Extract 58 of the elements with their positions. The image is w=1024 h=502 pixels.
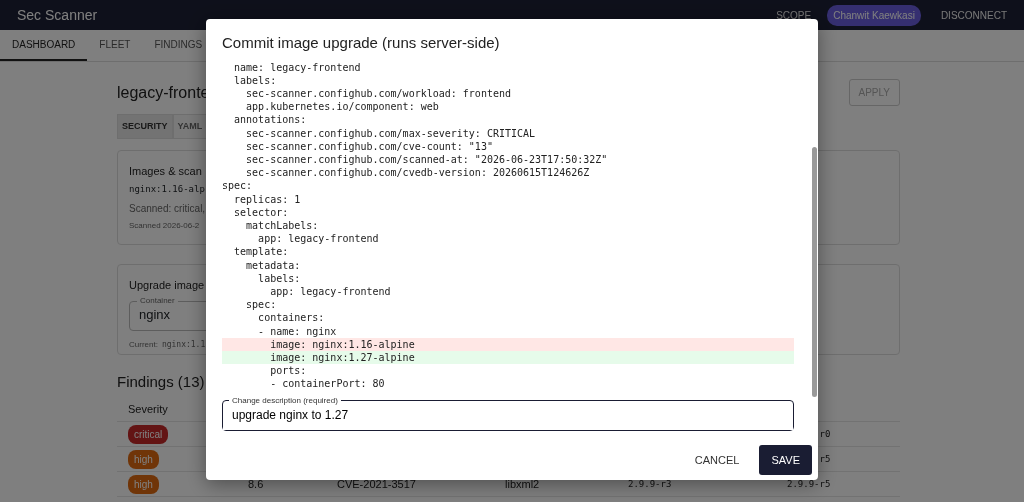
code-line: labels: — [233, 73, 278, 87]
view-tab[interactable]: SECURITY — [117, 114, 173, 139]
nav-tab[interactable]: FLEET — [87, 30, 143, 61]
code-line: sec-scanner.confighub.com/max-severity: CRITICAL — [245, 126, 537, 140]
disconnect-link[interactable]: DISCONNECT — [940, 7, 1007, 23]
card-title: Images & scan — [129, 163, 202, 179]
current-label: Current: — [129, 338, 158, 351]
findings-heading: Findings (13) — [117, 371, 205, 392]
scrollbar-thumb[interactable] — [812, 146, 817, 397]
scan-summary: Scanned: critical, — [129, 201, 206, 216]
user-chip[interactable]: Chanwit Kaewkasi — [827, 4, 921, 26]
table-cell-text: r0 — [818, 427, 831, 441]
card-title: Upgrade image — [129, 277, 205, 293]
code-line: spec: — [222, 179, 254, 193]
field-label: Change description (required) — [231, 396, 339, 405]
column-header: Severity — [128, 402, 168, 418]
code-line: app: legacy-frontend — [269, 284, 392, 299]
code-line: sec-scanner.confighub.com/cvedb-version: 20260615T124626Z — [245, 166, 591, 180]
table-cell-text: libxml2 — [505, 477, 540, 493]
code-line: containers: — [257, 311, 326, 325]
severity-tag: critical — [128, 424, 169, 444]
code-line: labels: — [257, 271, 302, 285]
nav-tab[interactable]: FINDINGS — [142, 30, 215, 61]
code-line: annotations: — [233, 113, 308, 127]
code-line: sec-scanner.confighub.com/cve-count: "13" — [245, 139, 494, 153]
table-cell-text: 2.9.9-r3 — [628, 477, 672, 491]
table-cell-text: CVE-2021-3517 — [337, 477, 416, 493]
current-image: nginx:1.1 — [161, 338, 206, 351]
app-title: Sec Scanner — [17, 5, 98, 25]
code-line: metadata: — [245, 258, 302, 272]
code-line: - name: nginx — [257, 324, 338, 338]
code-line: sec-scanner.confighub.com/scanned-at: "2026-06-23T17:50:32Z" — [245, 152, 609, 167]
table-cell-text: 8.6 — [248, 477, 264, 493]
cancel-button[interactable]: CANCEL — [684, 444, 750, 475]
nav-link[interactable]: SCOPE — [776, 7, 812, 23]
code-line: - containerPort: 80 — [269, 377, 386, 391]
nav-tab[interactable]: DASHBOARD — [0, 30, 88, 61]
code-line: app: legacy-frontend — [257, 232, 380, 246]
code-line: sec-scanner.confighub.com/workload: frontend — [245, 86, 512, 101]
scan-time: Scanned 2026-06-2 — [129, 219, 200, 232]
code-line: spec: — [245, 298, 278, 312]
code-line: ports: — [269, 364, 308, 378]
table-cell-text: 2.9.9-r5 — [787, 477, 831, 491]
severity-tag: high — [128, 474, 159, 494]
code-line: matchLabels: — [245, 218, 320, 233]
code-line: replicas: 1 — [233, 192, 302, 206]
select-value: nginx — [139, 307, 171, 323]
description-field[interactable]: Change description (required) upgrade nginx to 1.27 — [222, 396, 794, 431]
field-label: Container — [139, 297, 176, 306]
code-line: name: legacy-frontend — [233, 60, 362, 74]
severity-tag: high — [128, 449, 159, 469]
code-line: selector: — [233, 205, 290, 219]
code-line: template: — [233, 245, 290, 259]
code-line: app.kubernetes.io/component: web — [245, 100, 440, 114]
save-button[interactable]: SAVE — [759, 444, 812, 475]
image-name: nginx:1.16-alp — [129, 183, 205, 197]
workload-title: legacy-fronte — [117, 82, 210, 103]
dialog-title: Commit image upgrade (runs server-side) — [221, 33, 501, 53]
